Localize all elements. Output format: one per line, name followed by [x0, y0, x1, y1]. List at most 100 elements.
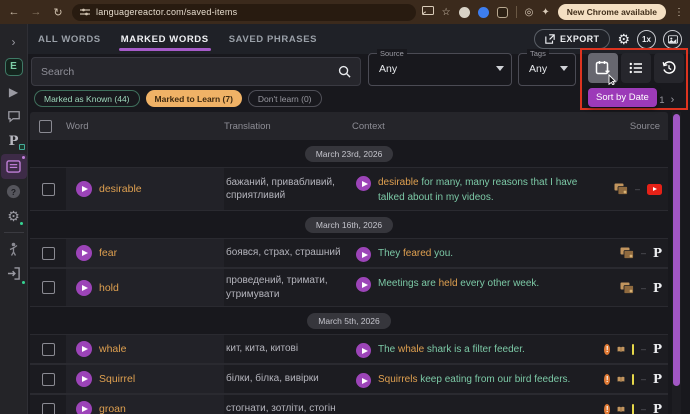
source-select[interactable]: Source Any: [368, 53, 512, 86]
sort-by-list-button[interactable]: [621, 53, 651, 83]
chat-icon[interactable]: [0, 104, 28, 129]
chip-marked-to-learn[interactable]: Marked to Learn (7): [146, 90, 242, 107]
column-translation: Translation: [224, 121, 352, 132]
extensions-puzzle-icon[interactable]: [497, 7, 508, 18]
column-word: Word: [66, 121, 224, 132]
forward-icon[interactable]: →: [28, 6, 44, 18]
tags-select[interactable]: Tags Any: [518, 53, 576, 86]
exit-icon[interactable]: [0, 261, 28, 286]
table-scrollbar[interactable]: [672, 112, 681, 414]
dash-icon: –: [641, 248, 646, 258]
cast-icon[interactable]: [422, 3, 434, 21]
browser-toolbar: ← → ↻ languagereactor.com/saved-items ☆ …: [0, 0, 690, 24]
word-audio-button[interactable]: [76, 371, 92, 387]
row-checkbox[interactable]: [42, 403, 55, 414]
context-audio-button[interactable]: [356, 277, 371, 292]
word-text[interactable]: fear: [99, 247, 117, 259]
translation-text: боявся, страх, страшний: [226, 246, 341, 260]
next-page-icon[interactable]: ›: [671, 94, 675, 106]
context-audio-button[interactable]: [356, 373, 371, 388]
select-all-checkbox[interactable]: [39, 120, 52, 133]
word-text[interactable]: desirable: [99, 183, 142, 195]
site-info-icon[interactable]: [80, 7, 90, 17]
context-audio-button[interactable]: [356, 247, 371, 262]
history-extension-icon[interactable]: ◎: [525, 7, 534, 18]
word-audio-button[interactable]: [76, 341, 92, 357]
row-checkbox[interactable]: [42, 183, 55, 196]
history-icon: [661, 60, 677, 76]
reload-icon[interactable]: ↻: [50, 6, 66, 19]
word-text[interactable]: whale: [99, 343, 126, 355]
saved-items-icon[interactable]: [1, 154, 27, 179]
chip-dont-learn[interactable]: Don't learn (0): [248, 90, 322, 107]
gear-icon[interactable]: ⚙: [617, 32, 630, 46]
chip-marked-as-known[interactable]: Marked as Known (44): [34, 90, 140, 107]
youtube-icon[interactable]: [647, 184, 662, 195]
new-chrome-button[interactable]: New Chrome available: [558, 4, 666, 20]
kebab-menu-icon[interactable]: ⋮: [674, 7, 684, 18]
settings-icon[interactable]: ⚙: [0, 204, 28, 229]
dash-icon: –: [641, 404, 646, 414]
word-text[interactable]: Squirrel: [99, 373, 135, 385]
list-sort-icon: [628, 60, 644, 76]
p-logo-icon[interactable]: P: [653, 246, 662, 260]
extension-icon[interactable]: [478, 7, 489, 18]
source-icons: –P: [600, 239, 668, 267]
play-icon[interactable]: ▶: [0, 79, 28, 104]
svg-text:?: ?: [11, 187, 16, 197]
word-text[interactable]: groan: [99, 403, 126, 414]
p-logo-icon[interactable]: P: [653, 402, 662, 414]
word-audio-button[interactable]: [76, 181, 92, 197]
bookmark-star-icon[interactable]: ☆: [442, 7, 451, 18]
row-checkbox[interactable]: [42, 343, 55, 356]
table-header: Word Translation Context Source: [30, 112, 668, 140]
source-icons: !–P: [600, 335, 668, 363]
row-checkbox[interactable]: [42, 247, 55, 260]
reactor-p-icon[interactable]: P: [0, 129, 28, 154]
tab-bar: ALL WORDS MARKED WORDS SAVED PHRASES EXP…: [28, 24, 690, 54]
word-text[interactable]: hold: [99, 282, 119, 294]
search-icon[interactable]: [338, 65, 351, 78]
column-source: Source: [600, 121, 668, 132]
tab-all-words[interactable]: ALL WORDS: [38, 24, 101, 54]
date-separator: March 23rd, 2026: [30, 140, 668, 167]
dash-icon: –: [641, 283, 646, 293]
scrollbar-thumb[interactable]: [673, 114, 680, 386]
profile-badge[interactable]: E: [0, 54, 28, 79]
history-button[interactable]: [654, 53, 684, 83]
word-audio-button[interactable]: [76, 401, 92, 414]
p-logo-icon[interactable]: P: [653, 342, 662, 356]
profile-extension-icon[interactable]: ✦: [541, 7, 549, 18]
back-icon[interactable]: ←: [6, 6, 22, 18]
export-button[interactable]: EXPORT: [534, 29, 610, 49]
translation-text: кит, кита, китові: [226, 342, 298, 356]
table-body: March 23rd, 2026desirableбажаний, приваб…: [30, 140, 668, 414]
source-icons: !–P: [600, 395, 668, 414]
screen: ← → ↻ languagereactor.com/saved-items ☆ …: [0, 0, 690, 414]
search-input[interactable]: [41, 66, 338, 78]
word-audio-button[interactable]: [76, 280, 92, 296]
word-audio-button[interactable]: [76, 245, 92, 261]
main-panel: ALL WORDS MARKED WORDS SAVED PHRASES EXP…: [28, 24, 690, 414]
expand-icon[interactable]: ›: [0, 29, 28, 54]
row-checkbox[interactable]: [42, 373, 55, 386]
address-bar[interactable]: languagereactor.com/saved-items: [72, 4, 416, 21]
sort-by-date-button[interactable]: [588, 53, 618, 83]
hand-icon[interactable]: [0, 236, 28, 261]
p-logo-icon[interactable]: P: [653, 372, 662, 386]
extension-icon[interactable]: [459, 7, 470, 18]
context-audio-button[interactable]: [356, 343, 371, 358]
tab-saved-phrases[interactable]: SAVED PHRASES: [229, 24, 317, 54]
p-logo-icon[interactable]: P: [653, 281, 662, 295]
source-value: Any: [379, 63, 397, 75]
context-audio-button[interactable]: [356, 176, 371, 191]
row-checkbox[interactable]: [42, 281, 55, 294]
source-icons: –P: [600, 269, 668, 306]
source-icons: –: [600, 168, 668, 210]
tab-marked-words[interactable]: MARKED WORDS: [121, 24, 209, 54]
screenshot-button[interactable]: [663, 30, 682, 49]
help-icon[interactable]: ?: [0, 179, 28, 204]
translation-text: білки, білка, вивірки: [226, 372, 319, 386]
mouse-cursor: [608, 74, 617, 85]
playback-speed-button[interactable]: 1x: [637, 30, 656, 49]
